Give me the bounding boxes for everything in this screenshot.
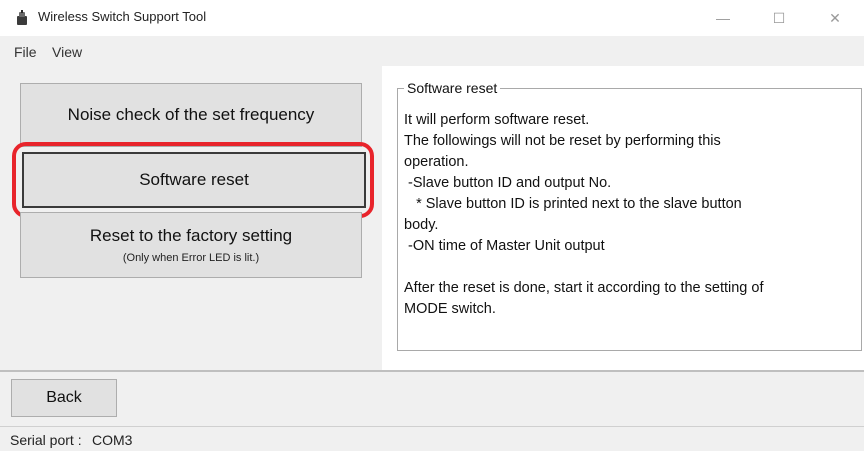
- bottom-bar: [0, 370, 864, 428]
- software-reset-button[interactable]: Software reset: [22, 152, 366, 208]
- maximize-button[interactable]: ☐: [756, 0, 802, 36]
- close-button[interactable]: ✕: [812, 0, 858, 36]
- description-line: [404, 257, 854, 278]
- description-line: body.: [404, 217, 439, 233]
- description-title: Software reset: [404, 80, 501, 96]
- description-line: operation.: [404, 154, 469, 170]
- factory-reset-button[interactable]: Reset to the factory setting (Only when …: [20, 212, 362, 278]
- menu-file[interactable]: File: [14, 44, 37, 60]
- menu-view[interactable]: View: [52, 44, 82, 60]
- factory-reset-label: Reset to the factory setting: [89, 226, 293, 245]
- serial-port-value: COM3: [92, 432, 133, 448]
- noise-check-label: Noise check of the set frequency: [67, 105, 315, 124]
- description-line: * Slave button ID is printed next to the…: [404, 196, 742, 212]
- description-line: -Slave button ID and output No.: [404, 175, 612, 191]
- action-panel: Noise check of the set frequency Softwar…: [0, 66, 382, 370]
- description-line: After the reset is done, start it accord…: [404, 280, 764, 296]
- back-button[interactable]: Back: [11, 379, 117, 417]
- software-reset-label: Software reset: [139, 170, 249, 189]
- status-bar: Serial port : COM3: [0, 426, 864, 451]
- title-bar: Wireless Switch Support Tool — ☐ ✕: [0, 0, 864, 36]
- back-label: Back: [46, 389, 82, 406]
- description-line: It will perform software reset.: [404, 112, 590, 128]
- serial-port-label: Serial port :: [10, 432, 82, 448]
- wireless-switch-icon: [17, 10, 27, 25]
- minimize-button[interactable]: —: [700, 0, 746, 36]
- menu-bar: File View: [0, 36, 864, 66]
- description-line: MODE switch.: [404, 301, 496, 317]
- description-line: The followings will not be reset by perf…: [404, 133, 721, 149]
- description-text: It will perform software reset. The foll…: [404, 110, 854, 320]
- description-line: -ON time of Master Unit output: [404, 238, 605, 254]
- noise-check-button[interactable]: Noise check of the set frequency: [20, 83, 362, 147]
- window-title: Wireless Switch Support Tool: [38, 9, 207, 24]
- factory-reset-note: (Only when Error LED is lit.): [122, 252, 260, 264]
